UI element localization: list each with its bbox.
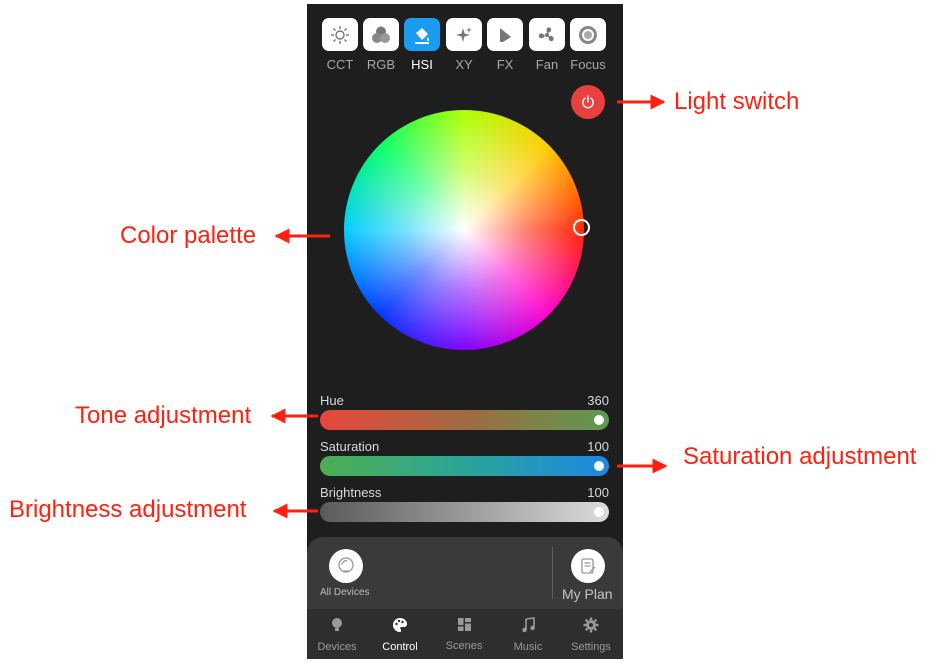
annotation-color-palette: Color palette (120, 222, 257, 249)
annotation-arrows (270, 94, 668, 519)
annotation-brightness: Brightness adjustment (9, 496, 247, 523)
annotation-tone: Tone adjustment (75, 402, 252, 429)
annotation-saturation: Saturation adjustment (683, 443, 917, 470)
annotation-light-switch: Light switch (674, 88, 800, 115)
